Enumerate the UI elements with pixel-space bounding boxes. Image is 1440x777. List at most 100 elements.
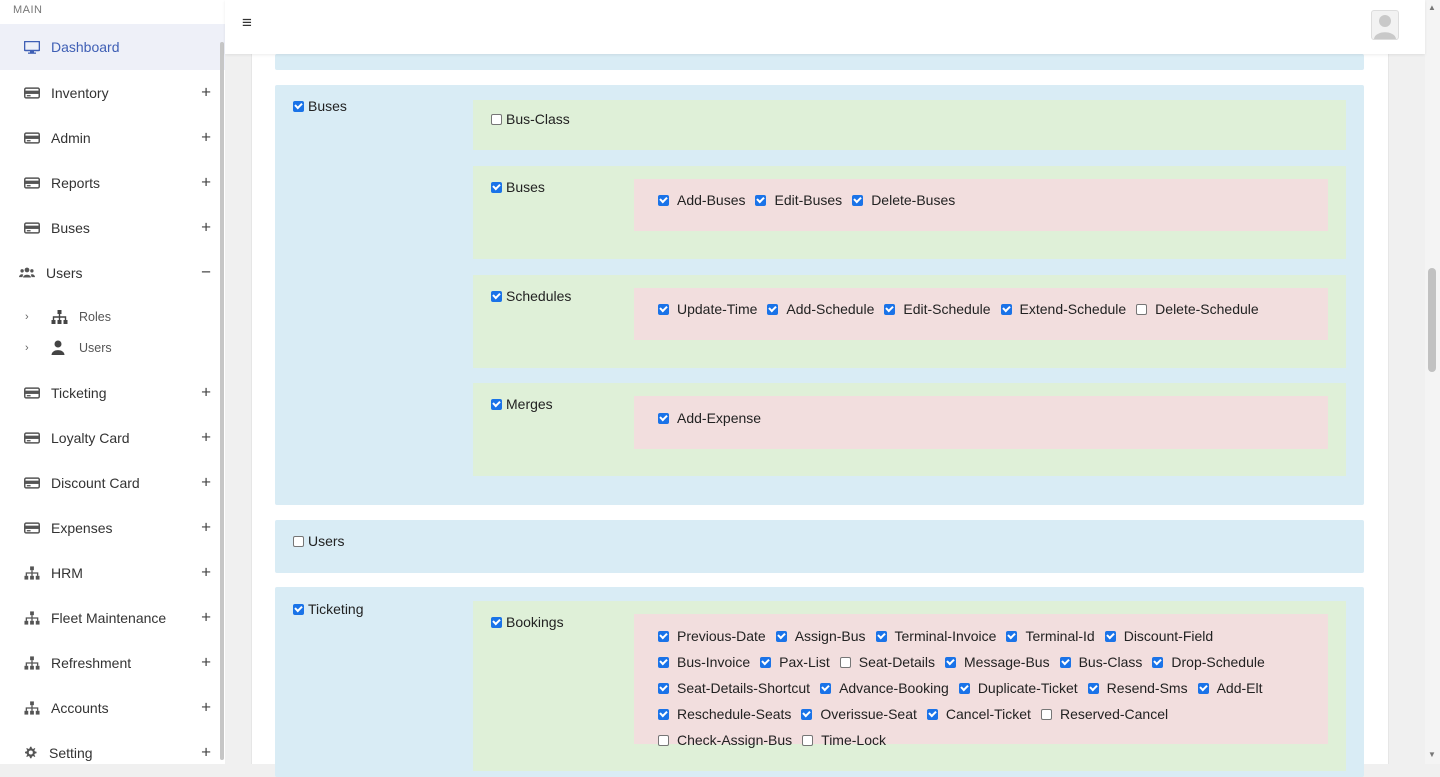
checkbox-icon[interactable] <box>801 708 813 720</box>
permission-discount-field[interactable]: Discount-Field <box>1104 623 1213 649</box>
permission-message-bus[interactable]: Message-Bus <box>945 649 1050 675</box>
checkbox-icon[interactable] <box>658 734 669 746</box>
scroll-down-icon[interactable]: ▼ <box>1428 750 1436 759</box>
expand-plus-icon[interactable]: + <box>201 82 211 102</box>
checkbox-icon[interactable] <box>958 682 970 694</box>
page-scrollbar-thumb[interactable] <box>1428 268 1436 372</box>
permission-seat-details-shortcut[interactable]: Seat-Details-Shortcut <box>658 675 810 701</box>
expand-plus-icon[interactable]: + <box>201 382 211 402</box>
checkbox-icon[interactable] <box>1087 682 1099 694</box>
bookings-checkbox[interactable]: Bookings <box>491 614 564 630</box>
checkbox-icon[interactable] <box>820 682 832 694</box>
permission-bus-class[interactable]: Bus-Class <box>1059 649 1142 675</box>
permission-extend-schedule[interactable]: Extend-Schedule <box>1000 296 1126 322</box>
sidebar-item-ticketing[interactable]: Ticketing + <box>0 370 225 415</box>
checkbox-icon[interactable] <box>658 412 669 424</box>
checkbox-icon[interactable] <box>1000 303 1012 315</box>
page-scrollbar[interactable]: ▲ ▼ <box>1425 0 1440 764</box>
sidebar-item-fleet-maintenance[interactable]: Fleet Maintenance + <box>0 595 225 640</box>
expand-plus-icon[interactable]: + <box>201 427 211 447</box>
checkbox-icon[interactable] <box>658 656 669 668</box>
permission-update-time[interactable]: Update-Time <box>658 296 757 322</box>
permission-terminal-invoice[interactable]: Terminal-Invoice <box>875 623 996 649</box>
checkbox-icon[interactable] <box>1197 682 1209 694</box>
checkbox-icon[interactable] <box>658 630 669 642</box>
checkbox-icon[interactable] <box>658 303 669 315</box>
collapse-minus-icon[interactable]: − <box>201 262 211 282</box>
checkbox-icon[interactable] <box>1006 630 1018 642</box>
permission-duplicate-ticket[interactable]: Duplicate-Ticket <box>958 675 1078 701</box>
checkbox-icon[interactable] <box>658 682 669 694</box>
checkbox-icon[interactable] <box>491 113 502 125</box>
expand-plus-icon[interactable]: + <box>201 562 211 582</box>
permission-reschedule-seats[interactable]: Reschedule-Seats <box>658 701 791 727</box>
permission-delete-schedule[interactable]: Delete-Schedule <box>1136 296 1259 322</box>
permission-drop-schedule[interactable]: Drop-Schedule <box>1152 649 1265 675</box>
avatar[interactable] <box>1371 10 1399 40</box>
users-group-checkbox[interactable]: Users <box>293 533 345 549</box>
expand-plus-icon[interactable]: + <box>201 697 211 717</box>
checkbox-icon[interactable] <box>658 194 669 206</box>
sidebar-item-users[interactable]: Users − <box>0 250 225 295</box>
expand-plus-icon[interactable]: + <box>201 652 211 672</box>
checkbox-icon[interactable] <box>839 656 851 668</box>
permission-edit-buses[interactable]: Edit-Buses <box>755 187 842 213</box>
sidebar-item-admin[interactable]: Admin + <box>0 115 225 160</box>
checkbox-icon[interactable] <box>875 630 887 642</box>
permission-add-elt[interactable]: Add-Elt <box>1197 675 1263 701</box>
sidebar-item-dashboard[interactable]: Dashboard <box>0 24 225 70</box>
permission-time-lock[interactable]: Time-Lock <box>802 727 886 753</box>
checkbox-icon[interactable] <box>491 616 502 628</box>
ticketing-group-checkbox[interactable]: Ticketing <box>293 601 364 617</box>
permission-terminal-id[interactable]: Terminal-Id <box>1006 623 1095 649</box>
checkbox-icon[interactable] <box>293 603 304 615</box>
schedules-checkbox[interactable]: Schedules <box>491 288 571 304</box>
checkbox-icon[interactable] <box>1104 630 1116 642</box>
sidebar-subitem-roles[interactable]: › Roles <box>0 301 225 332</box>
checkbox-icon[interactable] <box>852 194 864 206</box>
busclass-checkbox[interactable]: Bus-Class <box>491 111 570 127</box>
buses-sub-checkbox[interactable]: Buses <box>491 179 545 195</box>
permission-advance-booking[interactable]: Advance-Booking <box>820 675 949 701</box>
merges-checkbox[interactable]: Merges <box>491 396 553 412</box>
permission-seat-details[interactable]: Seat-Details <box>839 649 935 675</box>
checkbox-icon[interactable] <box>1152 656 1164 668</box>
sidebar-scrollbar[interactable] <box>220 42 224 760</box>
sidebar-item-inventory[interactable]: Inventory + <box>0 70 225 115</box>
sidebar-item-loyalty-card[interactable]: Loyalty Card + <box>0 415 225 460</box>
permission-edit-schedule[interactable]: Edit-Schedule <box>884 296 991 322</box>
sidebar-subitem-users[interactable]: › Users <box>0 332 225 363</box>
expand-plus-icon[interactable]: + <box>201 517 211 537</box>
checkbox-icon[interactable] <box>884 303 896 315</box>
permission-assign-bus[interactable]: Assign-Bus <box>775 623 866 649</box>
expand-plus-icon[interactable]: + <box>201 607 211 627</box>
expand-plus-icon[interactable]: + <box>201 127 211 147</box>
expand-plus-icon[interactable]: + <box>201 217 211 237</box>
permission-overissue-seat[interactable]: Overissue-Seat <box>801 701 917 727</box>
buses-group-checkbox[interactable]: Buses <box>293 98 347 114</box>
checkbox-icon[interactable] <box>945 656 956 668</box>
checkbox-icon[interactable] <box>775 630 787 642</box>
checkbox-icon[interactable] <box>1059 656 1071 668</box>
checkbox-icon[interactable] <box>491 290 502 302</box>
sidebar-item-accounts[interactable]: Accounts + <box>0 685 225 730</box>
checkbox-icon[interactable] <box>293 100 304 112</box>
checkbox-icon[interactable] <box>767 303 779 315</box>
checkbox-icon[interactable] <box>760 656 772 668</box>
expand-plus-icon[interactable]: + <box>201 172 211 192</box>
checkbox-icon[interactable] <box>491 398 502 410</box>
checkbox-icon[interactable] <box>802 734 814 746</box>
sidebar-item-setting[interactable]: Setting + <box>0 730 225 764</box>
permission-check-assign-bus[interactable]: Check-Assign-Bus <box>658 727 792 753</box>
permission-resend-sms[interactable]: Resend-Sms <box>1087 675 1188 701</box>
permission-add-buses[interactable]: Add-Buses <box>658 187 745 213</box>
permission-delete-buses[interactable]: Delete-Buses <box>852 187 955 213</box>
checkbox-icon[interactable] <box>1136 303 1148 315</box>
checkbox-icon[interactable] <box>658 708 669 720</box>
checkbox-icon[interactable] <box>926 708 938 720</box>
sidebar-item-hrm[interactable]: HRM + <box>0 550 225 595</box>
scroll-up-icon[interactable]: ▲ <box>1428 3 1436 12</box>
sidebar-item-buses[interactable]: Buses + <box>0 205 225 250</box>
sidebar-item-expenses[interactable]: Expenses + <box>0 505 225 550</box>
sidebar-item-reports[interactable]: Reports + <box>0 160 225 205</box>
